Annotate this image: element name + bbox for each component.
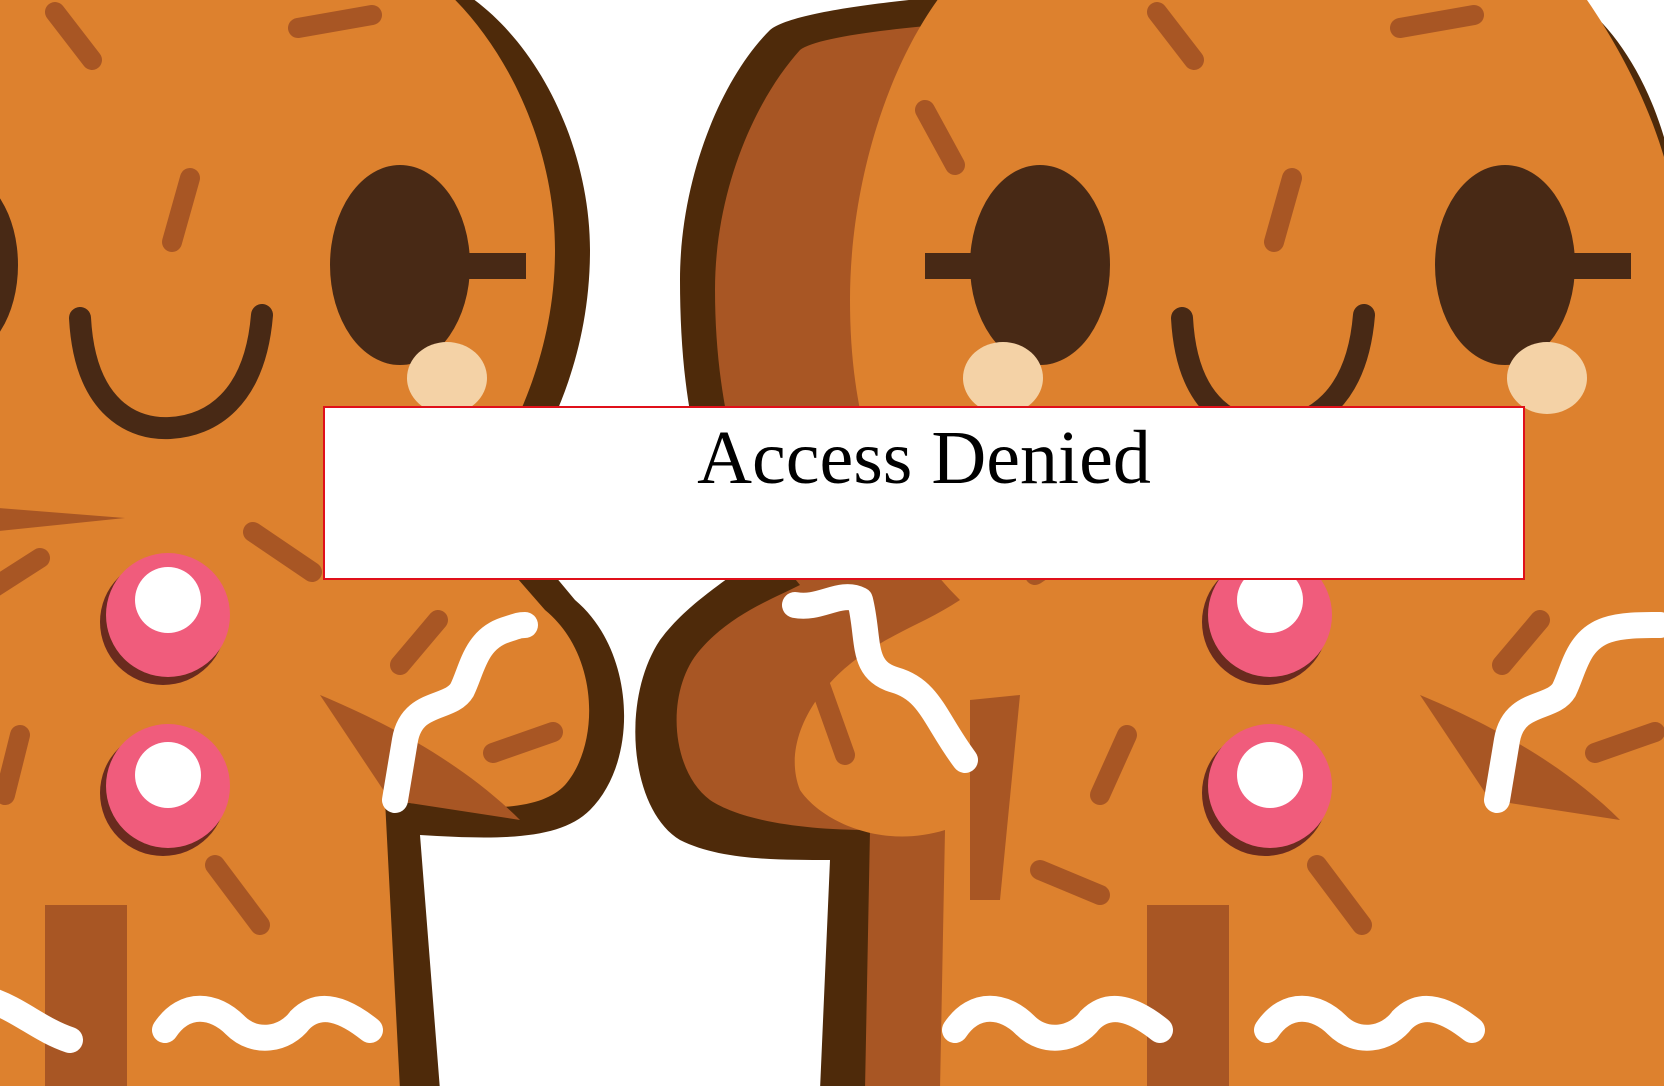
cheek (963, 342, 1043, 414)
cheek (407, 342, 487, 414)
cheek (1507, 342, 1587, 414)
eyelash (925, 253, 1015, 279)
access-denied-title: Access Denied (697, 416, 1151, 500)
cookie-shade (45, 905, 127, 1086)
page: Access Denied (0, 0, 1664, 1086)
eyelash (1545, 253, 1631, 279)
eyelash (440, 253, 526, 279)
access-denied-dialog: Access Denied (323, 406, 1525, 580)
cookie-shade (1147, 905, 1229, 1086)
